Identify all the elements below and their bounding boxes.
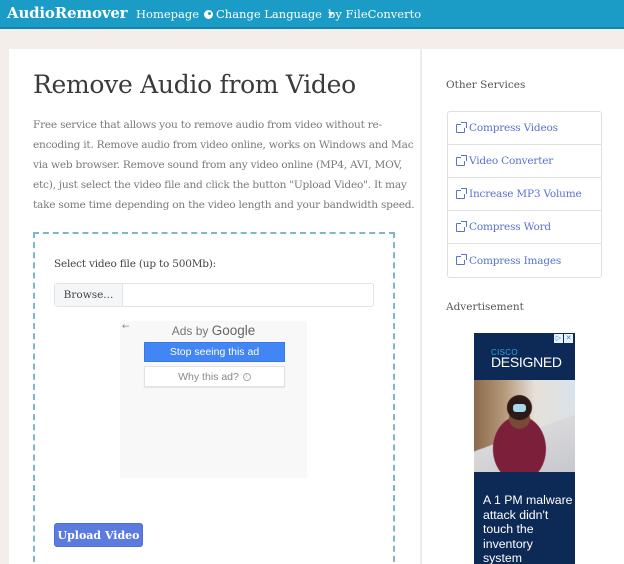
ad-controls: ▷ ✕ (554, 334, 573, 343)
google-ad-frame: ← Ads by Google Stop seeing this ad Why … (120, 321, 307, 478)
google-logo-text: Google (211, 323, 256, 338)
nav-change-language-label: Change Language (216, 7, 322, 21)
top-navbar: AudioRemover Homepage Change Language by… (0, 0, 624, 29)
file-name-field[interactable] (123, 284, 373, 306)
upload-video-button[interactable]: Upload Video (54, 523, 143, 547)
services-list: Compress Videos Video Converter Increase… (447, 111, 602, 278)
service-link-video-converter[interactable]: Video Converter (448, 145, 601, 178)
external-link-icon (456, 154, 467, 166)
service-link-increase-mp3-volume[interactable]: Increase MP3 Volume (448, 178, 601, 211)
browse-button[interactable]: Browse... (55, 284, 123, 306)
service-label: Compress Videos (469, 122, 558, 134)
service-link-compress-word[interactable]: Compress Word (448, 211, 601, 244)
info-icon: i (242, 372, 251, 381)
external-link-icon (456, 254, 467, 265)
nav-homepage[interactable]: Homepage (136, 7, 199, 21)
advertisement-heading: Advertisement (446, 301, 524, 313)
adchoices-icon[interactable]: ▷ (554, 334, 563, 343)
why-this-ad-button[interactable]: Why this ad? i (144, 366, 285, 387)
ads-by-google-label: Ads by Google (120, 323, 307, 338)
main-content: Remove Audio from Video Free service tha… (9, 49, 420, 564)
nav-by-fileconverto[interactable]: by FileConverto (328, 7, 421, 21)
service-link-compress-images[interactable]: Compress Images (448, 244, 601, 277)
service-label: Compress Images (469, 254, 562, 267)
ads-by-text: Ads by (171, 324, 209, 338)
banner-text: A 1 PM malware attack didn't touch the i… (483, 493, 573, 564)
external-link-icon (456, 220, 467, 232)
file-input-label: Select video file (up to 500Mb): (54, 258, 216, 270)
service-label: Increase MP3 Volume (469, 188, 582, 200)
close-icon[interactable]: ✕ (564, 334, 573, 343)
globe-icon (204, 10, 213, 19)
page-description: Free service that allows you to remove a… (33, 119, 415, 211)
banner-headline: DESIGNED (491, 354, 562, 370)
external-link-icon (456, 121, 467, 133)
banner-photo (474, 380, 575, 472)
face-mask-shape (513, 404, 526, 412)
cisco-banner-ad[interactable]: ▷ ✕ CISCO DESIGNED A 1 PM malware attack… (474, 333, 575, 564)
service-label: Video Converter (469, 155, 554, 167)
video-file-input[interactable]: Browse... (54, 283, 374, 307)
stop-seeing-ad-button[interactable]: Stop seeing this ad (144, 342, 285, 362)
page-title: Remove Audio from Video (33, 70, 356, 99)
other-services-heading: Other Services (446, 79, 526, 91)
nav-change-language[interactable]: Change Language (204, 7, 334, 21)
why-this-ad-label: Why this ad? (178, 370, 239, 383)
brand-logo[interactable]: AudioRemover (7, 4, 128, 22)
service-link-compress-videos[interactable]: Compress Videos (448, 112, 601, 145)
sidebar: Other Services Compress Videos Video Con… (421, 49, 624, 564)
upload-dropzone: Select video file (up to 500Mb): Browse.… (33, 232, 395, 564)
service-label: Compress Word (469, 221, 551, 233)
external-link-icon (456, 187, 467, 199)
